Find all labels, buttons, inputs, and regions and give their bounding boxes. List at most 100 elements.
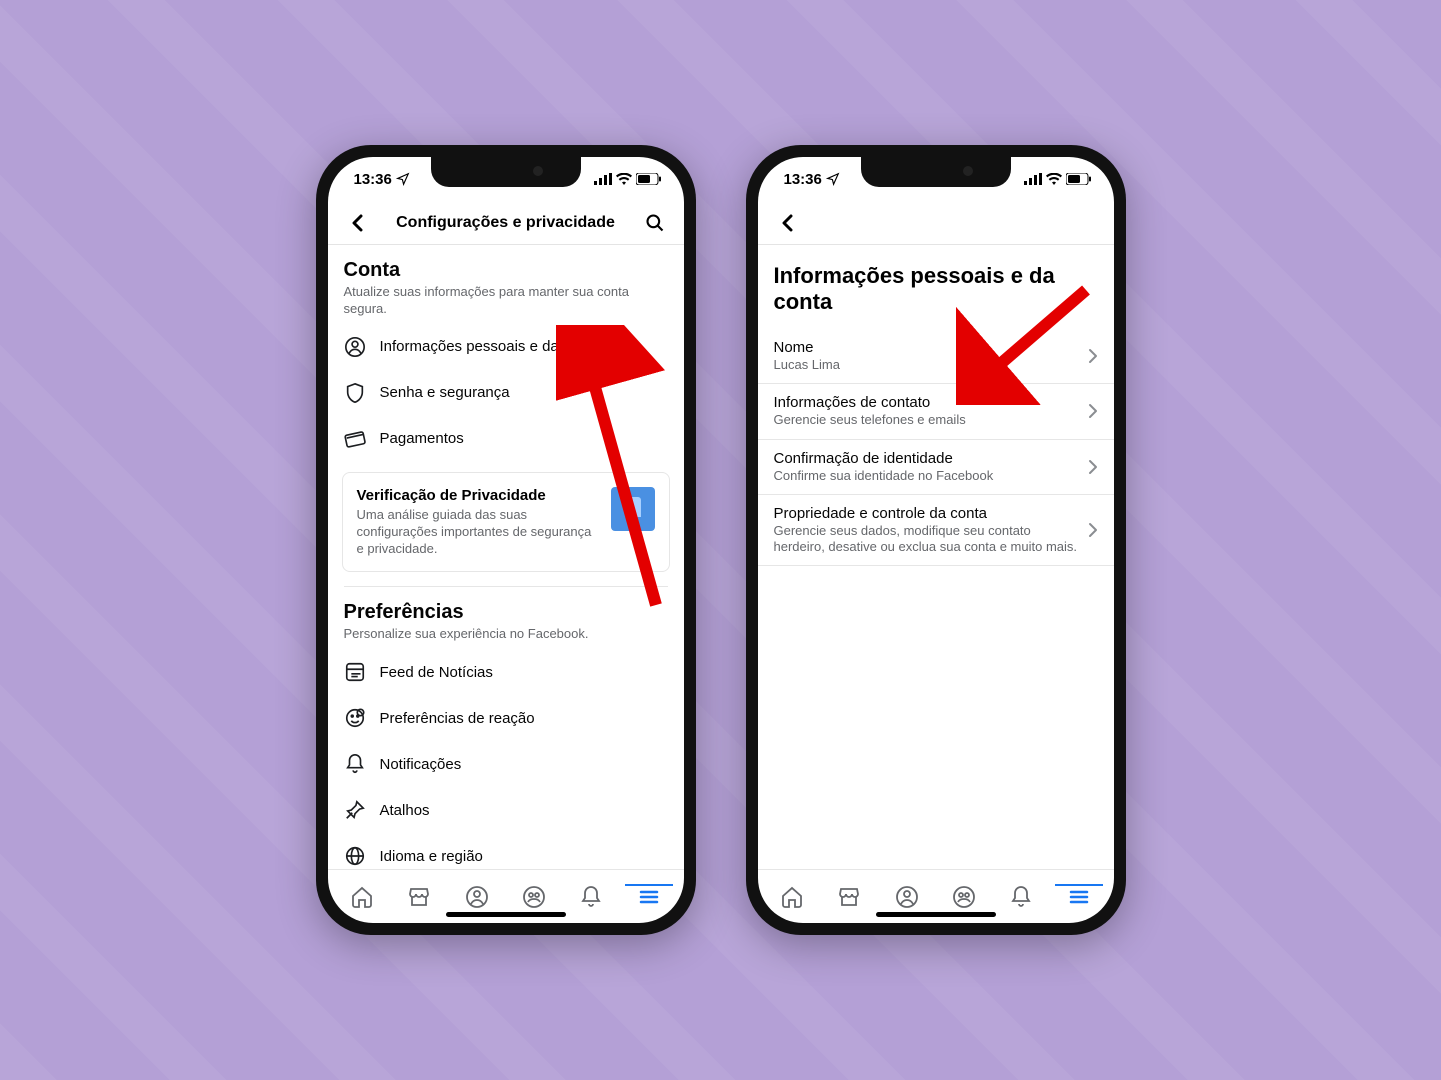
section-prefs-subtitle: Personalize sua experiência no Facebook.: [344, 626, 668, 643]
row-contact-info[interactable]: Informações de contato Gerencie seus tel…: [758, 384, 1114, 439]
notch: [431, 157, 581, 187]
item-label: Informações pessoais e da conta: [380, 338, 600, 355]
row-sub: Gerencie seus dados, modifique seu conta…: [774, 523, 1078, 556]
section-prefs-title: Preferências: [344, 601, 668, 624]
item-notifications[interactable]: Notificações: [328, 741, 684, 787]
bell-tab-icon: [579, 885, 603, 909]
menu-icon: [637, 885, 661, 909]
item-label: Preferências de reação: [380, 710, 535, 727]
page-header: [758, 201, 1114, 245]
status-time: 13:36: [784, 171, 822, 188]
tab-home[interactable]: [342, 885, 382, 909]
section-preferences: Preferências Personalize sua experiência…: [328, 587, 684, 649]
item-label: Atalhos: [380, 802, 430, 819]
profile-icon: [465, 885, 489, 909]
row-sub: Lucas Lima: [774, 357, 1078, 373]
notch: [861, 157, 1011, 187]
phone-mockup-left: 13:36 Configurações e privacidade Conta …: [316, 145, 696, 935]
item-label: Pagamentos: [380, 430, 464, 447]
row-sub: Confirme sua identidade no Facebook: [774, 468, 1078, 484]
item-label: Notificações: [380, 756, 462, 773]
home-icon: [350, 885, 374, 909]
page-title: Informações pessoais e da conta: [758, 245, 1114, 329]
back-button[interactable]: [342, 214, 372, 232]
battery-icon: [1066, 173, 1092, 185]
row-sub: Gerencie seus telefones e emails: [774, 412, 1078, 428]
feed-icon: [344, 661, 366, 683]
detail-content: Informações pessoais e da conta Nome Luc…: [758, 245, 1114, 869]
home-icon: [780, 885, 804, 909]
battery-icon: [636, 173, 662, 185]
tab-marketplace[interactable]: [399, 885, 439, 909]
profile-icon: [895, 885, 919, 909]
home-indicator[interactable]: [876, 912, 996, 917]
back-button[interactable]: [772, 214, 802, 232]
item-language[interactable]: Idioma e região: [328, 833, 684, 869]
background-pattern: [0, 0, 1441, 1080]
bell-tab-icon: [1009, 885, 1033, 909]
header-title: Configurações e privacidade: [372, 214, 640, 232]
card-icon: [344, 428, 366, 450]
row-label: Confirmação de identidade: [774, 450, 1078, 467]
phone-mockup-right: 13:36 Informações pessoais e da conta No…: [746, 145, 1126, 935]
location-icon: [396, 172, 410, 186]
signal-icon: [594, 173, 612, 185]
location-icon: [826, 172, 840, 186]
item-password[interactable]: Senha e segurança: [328, 370, 684, 416]
row-name[interactable]: Nome Lucas Lima: [758, 329, 1114, 384]
search-button[interactable]: [640, 213, 670, 233]
card-desc: Uma análise guiada das suas configuraçõe…: [357, 507, 601, 558]
row-label: Propriedade e controle da conta: [774, 505, 1078, 522]
globe-icon: [344, 845, 366, 867]
tab-profile[interactable]: [457, 885, 497, 909]
lock-illustration-icon: [611, 487, 655, 531]
wifi-icon: [616, 173, 632, 185]
chevron-left-icon: [781, 214, 793, 232]
tab-menu[interactable]: [1059, 885, 1099, 909]
card-title: Verificação de Privacidade: [357, 487, 601, 504]
groups-icon: [952, 885, 976, 909]
search-icon: [645, 213, 665, 233]
settings-content: Conta Atualize suas informações para man…: [328, 245, 684, 869]
row-ownership[interactable]: Propriedade e controle da conta Gerencie…: [758, 495, 1114, 567]
marketplace-icon: [837, 885, 861, 909]
tab-menu[interactable]: [629, 885, 669, 909]
item-personal-info[interactable]: Informações pessoais e da conta: [328, 324, 684, 370]
section-account: Conta Atualize suas informações para man…: [328, 245, 684, 324]
item-payments[interactable]: Pagamentos: [328, 416, 684, 462]
row-label: Nome: [774, 339, 1078, 356]
item-shortcuts[interactable]: Atalhos: [328, 787, 684, 833]
section-account-title: Conta: [344, 259, 668, 282]
tab-marketplace[interactable]: [829, 885, 869, 909]
home-indicator[interactable]: [446, 912, 566, 917]
reaction-icon: [344, 707, 366, 729]
page-header: Configurações e privacidade: [328, 201, 684, 245]
item-label: Idioma e região: [380, 848, 483, 865]
tab-notifications[interactable]: [571, 885, 611, 909]
user-circle-icon: [344, 336, 366, 358]
row-label: Informações de contato: [774, 394, 1078, 411]
signal-icon: [1024, 173, 1042, 185]
wifi-icon: [1046, 173, 1062, 185]
tab-profile[interactable]: [887, 885, 927, 909]
chevron-right-icon: [1088, 403, 1098, 419]
marketplace-icon: [407, 885, 431, 909]
item-label: Feed de Notícias: [380, 664, 493, 681]
chevron-left-icon: [351, 214, 363, 232]
privacy-check-card[interactable]: Verificação de Privacidade Uma análise g…: [342, 472, 670, 573]
item-feed[interactable]: Feed de Notícias: [328, 649, 684, 695]
tab-groups[interactable]: [944, 885, 984, 909]
row-identity[interactable]: Confirmação de identidade Confirme sua i…: [758, 440, 1114, 495]
bell-icon: [344, 753, 366, 775]
tab-groups[interactable]: [514, 885, 554, 909]
chevron-right-icon: [1088, 522, 1098, 538]
menu-icon: [1067, 885, 1091, 909]
pin-icon: [344, 799, 366, 821]
item-reaction[interactable]: Preferências de reação: [328, 695, 684, 741]
item-label: Senha e segurança: [380, 384, 510, 401]
tab-notifications[interactable]: [1001, 885, 1041, 909]
tab-home[interactable]: [772, 885, 812, 909]
chevron-right-icon: [1088, 348, 1098, 364]
groups-icon: [522, 885, 546, 909]
status-time: 13:36: [354, 171, 392, 188]
